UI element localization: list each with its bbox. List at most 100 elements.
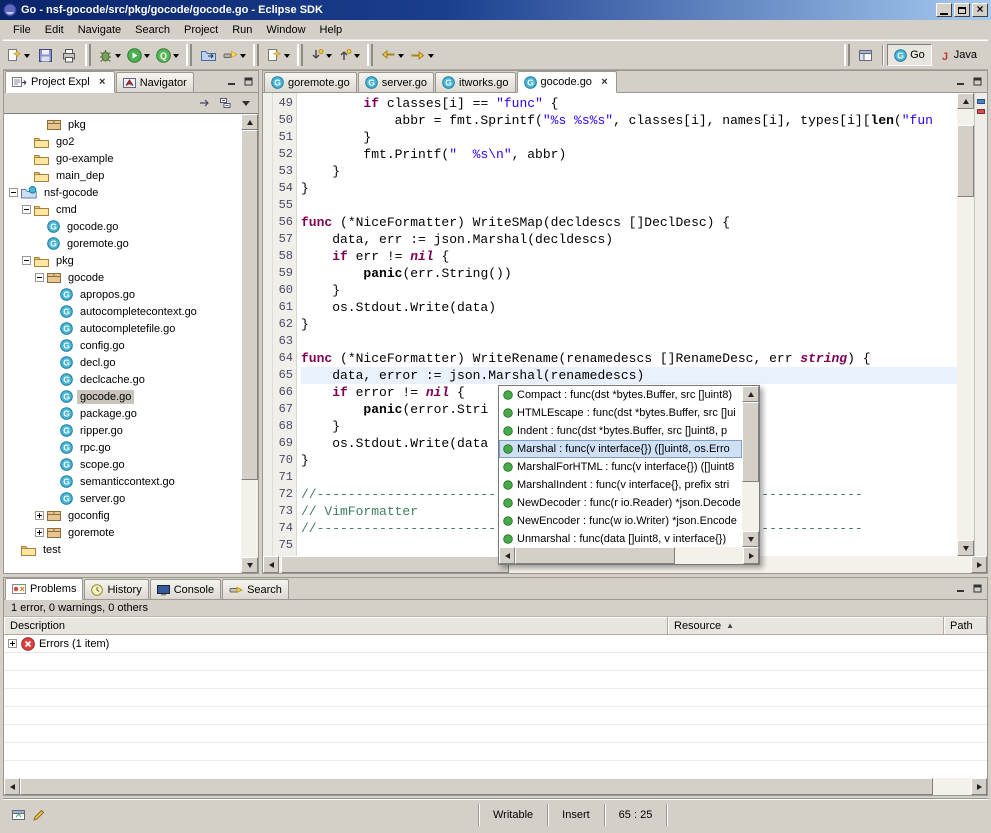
- autocomplete-item[interactable]: NewEncoder : func(w io.Writer) *json.Enc…: [499, 512, 742, 530]
- autocomplete-item[interactable]: Compact : func(dst *bytes.Buffer, src []…: [499, 386, 742, 404]
- menu-help[interactable]: Help: [313, 21, 350, 39]
- maximize-button[interactable]: [954, 3, 970, 17]
- menu-edit[interactable]: Edit: [38, 21, 71, 39]
- tab-goremote-go[interactable]: Ggoremote.go: [264, 72, 357, 92]
- link-with-editor-button[interactable]: [195, 95, 213, 112]
- maximize-view-button[interactable]: [241, 75, 255, 88]
- tree-item[interactable]: Gconfig.go: [4, 337, 241, 354]
- code-line[interactable]: func (*NiceFormatter) WriteRename(rename…: [301, 350, 957, 367]
- scroll-right-button[interactable]: [971, 556, 987, 573]
- tree-item[interactable]: pkg: [4, 252, 241, 269]
- tree-item[interactable]: go2: [4, 133, 241, 150]
- tree-item[interactable]: Ggoremote.go: [4, 235, 241, 252]
- forward-button[interactable]: [407, 44, 437, 66]
- line-number-ruler[interactable]: 4950515253545556575859606162636465666768…: [273, 93, 297, 556]
- autocomplete-item[interactable]: MarshalIndent : func(v interface{}, pref…: [499, 476, 742, 494]
- scroll-left-button[interactable]: [4, 778, 20, 795]
- scrollbar-thumb[interactable]: [241, 130, 258, 480]
- search-button[interactable]: [220, 44, 249, 66]
- scroll-down-button[interactable]: [241, 557, 258, 573]
- tree-item[interactable]: Gautocompletecontext.go: [4, 303, 241, 320]
- tree-item[interactable]: goconfig: [4, 507, 241, 524]
- close-icon[interactable]: [97, 77, 108, 88]
- close-button[interactable]: [972, 3, 988, 17]
- minimize-view-button[interactable]: [224, 75, 238, 88]
- perspective-java-button[interactable]: JJava: [932, 44, 984, 66]
- scroll-up-button[interactable]: [957, 93, 974, 109]
- annotation-ruler[interactable]: [263, 93, 273, 556]
- scroll-left-button[interactable]: [499, 547, 515, 564]
- scroll-right-button[interactable]: [971, 778, 987, 795]
- scrollbar-track[interactable]: [241, 130, 258, 557]
- scroll-right-button[interactable]: [743, 547, 759, 564]
- debug-button[interactable]: [95, 44, 124, 66]
- problems-horizontal-scrollbar[interactable]: [4, 778, 987, 795]
- scrollbar-track[interactable]: [515, 547, 743, 564]
- code-line[interactable]: [301, 197, 957, 214]
- dropdown-arrow-icon[interactable]: [398, 54, 404, 61]
- minimize-button[interactable]: [936, 3, 952, 17]
- tree-item[interactable]: Ggocode.go: [4, 218, 241, 235]
- tab-navigator[interactable]: Navigator: [116, 72, 194, 92]
- autocomplete-horizontal-scrollbar[interactable]: [499, 547, 759, 564]
- tree-item[interactable]: Ggocode.go: [4, 388, 241, 405]
- dropdown-arrow-icon[interactable]: [115, 54, 121, 61]
- maximize-view-button[interactable]: [970, 582, 984, 595]
- code-line[interactable]: if err != nil {: [301, 248, 957, 265]
- code-line[interactable]: abbr = fmt.Sprintf("%s %s%s", classes[i]…: [301, 112, 957, 129]
- autocomplete-item[interactable]: Unmarshal : func(data []uint8, v interfa…: [499, 530, 742, 547]
- new-wizard-button[interactable]: [263, 44, 293, 66]
- tree-item[interactable]: Gpackage.go: [4, 405, 241, 422]
- scroll-left-button[interactable]: [263, 556, 279, 573]
- scroll-down-button[interactable]: [957, 540, 974, 556]
- open-resource-button[interactable]: [196, 44, 220, 66]
- maximize-view-button[interactable]: [970, 75, 984, 88]
- previous-annotation-button[interactable]: [335, 44, 363, 66]
- autocomplete-vertical-scrollbar[interactable]: [742, 386, 759, 547]
- print-button[interactable]: [57, 44, 81, 66]
- scrollbar-thumb[interactable]: [957, 125, 974, 197]
- scrollbar-thumb[interactable]: [281, 556, 509, 573]
- code-line[interactable]: data, error := json.Marshal(renamedescs): [301, 367, 957, 384]
- dropdown-arrow-icon[interactable]: [326, 54, 332, 61]
- code-line[interactable]: [301, 333, 957, 350]
- scrollbar-thumb[interactable]: [515, 547, 675, 564]
- autocomplete-item[interactable]: MarshalForHTML : func(v interface{}) ([]…: [499, 458, 742, 476]
- scrollbar-track[interactable]: [20, 778, 971, 795]
- tree-item[interactable]: Gapropos.go: [4, 286, 241, 303]
- dropdown-arrow-icon[interactable]: [173, 54, 179, 61]
- tree-item[interactable]: Gdecl.go: [4, 354, 241, 371]
- tree-item[interactable]: Grpc.go: [4, 439, 241, 456]
- tree-item[interactable]: test: [4, 541, 241, 558]
- tree-item[interactable]: goremote: [4, 524, 241, 541]
- tree-item[interactable]: cmd: [4, 201, 241, 218]
- tree-item[interactable]: gocode: [4, 269, 241, 286]
- code-line[interactable]: func (*NiceFormatter) WriteSMap(decldesc…: [301, 214, 957, 231]
- menu-navigate[interactable]: Navigate: [71, 21, 128, 39]
- tab-server-go[interactable]: Gserver.go: [358, 72, 434, 92]
- code-line[interactable]: fmt.Printf(" %s\n", abbr): [301, 146, 957, 163]
- external-tools-button[interactable]: Q: [153, 44, 182, 66]
- perspective-go-button[interactable]: GGo: [887, 44, 932, 66]
- close-icon[interactable]: [599, 77, 610, 88]
- tree-item[interactable]: Gripper.go: [4, 422, 241, 439]
- open-perspective-button[interactable]: [854, 44, 878, 66]
- tree-item[interactable]: nsf-gocode: [4, 184, 241, 201]
- view-menu-button[interactable]: [237, 95, 255, 112]
- tab-problems[interactable]: Problems: [5, 578, 83, 600]
- dropdown-arrow-icon[interactable]: [284, 54, 290, 61]
- column-header-description[interactable]: Description: [4, 617, 668, 635]
- save-button[interactable]: [33, 44, 57, 66]
- dropdown-arrow-icon[interactable]: [428, 54, 434, 61]
- code-line[interactable]: panic(err.String()): [301, 265, 957, 282]
- autocomplete-item[interactable]: HTMLEscape : func(dst *bytes.Buffer, src…: [499, 404, 742, 422]
- tree-item[interactable]: Gdeclcache.go: [4, 371, 241, 388]
- editor-mark-button[interactable]: [32, 808, 46, 822]
- code-line[interactable]: data, err := json.Marshal(decldescs): [301, 231, 957, 248]
- scroll-down-button[interactable]: [742, 531, 759, 547]
- menu-search[interactable]: Search: [128, 21, 177, 39]
- code-line[interactable]: }: [301, 180, 957, 197]
- problems-row[interactable]: Errors (1 item): [4, 635, 987, 653]
- code-line[interactable]: os.Stdout.Write(data): [301, 299, 957, 316]
- minimize-view-button[interactable]: [953, 75, 967, 88]
